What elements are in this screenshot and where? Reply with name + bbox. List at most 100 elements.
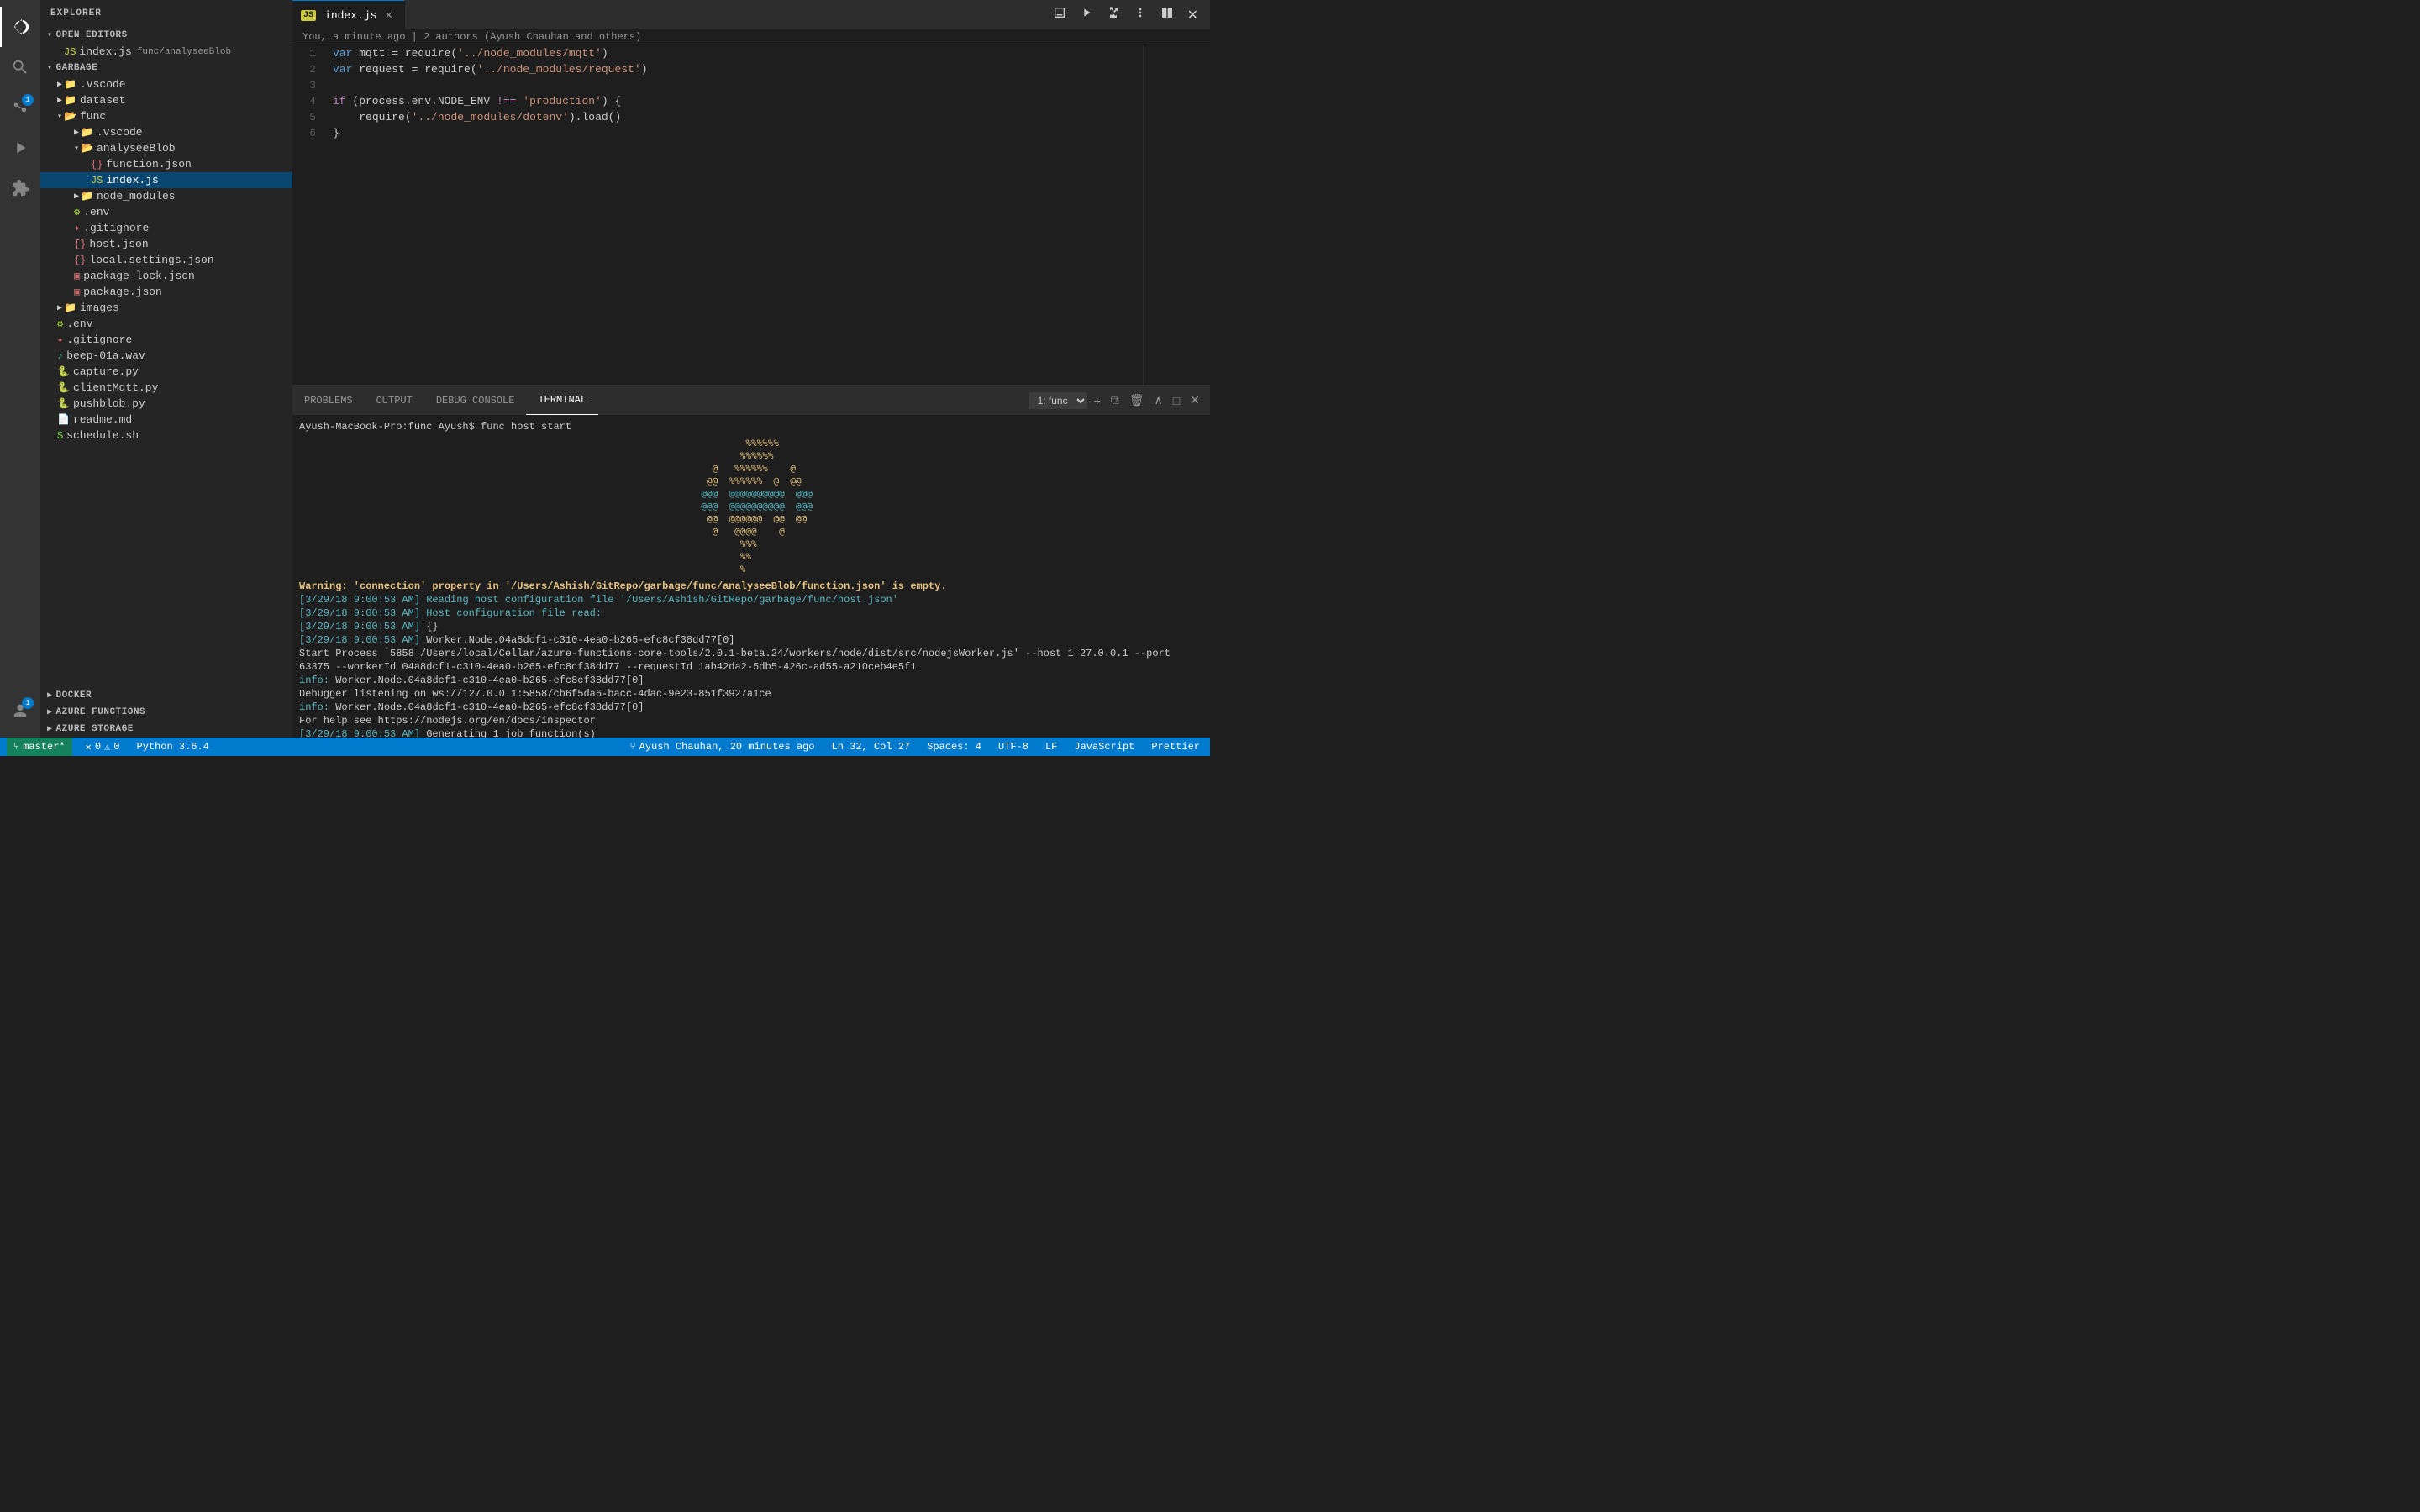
analyseeblob-folder[interactable]: ▾ 📂 analyseeBlob xyxy=(40,140,292,156)
explorer-activity-icon[interactable] xyxy=(0,7,40,47)
code-line-1: var mqtt = require('../node_modules/mqtt… xyxy=(333,45,1143,61)
source-control-activity-icon[interactable]: 1 xyxy=(0,87,40,128)
terminal-content[interactable]: Ayush-MacBook-Pro:func Ayush$ func host … xyxy=(292,415,1210,738)
maximize-panel-btn[interactable]: □ xyxy=(1170,391,1183,411)
open-editors-header[interactable]: ▾ OPEN EDITORS xyxy=(40,27,292,44)
images-folder[interactable]: ▶ 📁 images xyxy=(40,300,292,316)
more-actions-btn[interactable] xyxy=(1128,3,1152,27)
local-settings-file[interactable]: {} local.settings.json xyxy=(40,252,292,268)
clientmqtt-py-file[interactable]: 🐍 clientMqtt.py xyxy=(40,380,292,396)
tab-close-btn[interactable]: ✕ xyxy=(381,7,395,24)
index-js-label: index.js xyxy=(106,174,158,186)
errors-item[interactable]: ✕ 0 ⚠ 0 xyxy=(82,741,124,753)
pushblob-icon: 🐍 xyxy=(57,397,70,410)
run-debug-btn[interactable] xyxy=(1075,3,1098,27)
language-label: Python 3.6.4 xyxy=(137,741,209,753)
func-vscode-folder[interactable]: ▶ 📁 .vscode xyxy=(40,124,292,140)
gitignore-label: .gitignore xyxy=(66,333,132,346)
package-json-file[interactable]: ▣ package.json xyxy=(40,284,292,300)
func-gitignore-file[interactable]: ✦ .gitignore xyxy=(40,220,292,236)
tab-debug-console[interactable]: DEBUG CONSOLE xyxy=(424,386,527,415)
beep-wav-file[interactable]: ♪ beep-01a.wav xyxy=(40,348,292,364)
toggle-panel-btn[interactable] xyxy=(1048,3,1071,27)
close-editor-btn[interactable]: ✕ xyxy=(1182,3,1203,27)
error-count: 0 xyxy=(95,741,101,753)
azure-storage-header[interactable]: ▶ AZURE STORAGE xyxy=(40,721,292,738)
code-6: } xyxy=(333,125,339,141)
func-env-file[interactable]: ⚙ .env xyxy=(40,204,292,220)
tab-terminal[interactable]: TERMINAL xyxy=(526,386,598,415)
azure-functions-header[interactable]: ▶ AZURE FUNCTIONS xyxy=(40,704,292,721)
terminal-command: func host start xyxy=(481,421,571,433)
output-label: OUTPUT xyxy=(376,395,413,407)
split-terminal-btn[interactable]: ⧉ xyxy=(1107,390,1123,411)
func-folder[interactable]: ▾ 📂 func xyxy=(40,108,292,124)
host-json-file[interactable]: {} host.json xyxy=(40,236,292,252)
ts-4: [3/29/18 9:00:53 AM] xyxy=(299,634,426,646)
file-tree: ▶ 📁 .vscode ▶ 📁 dataset ▾ 📂 func xyxy=(40,76,292,687)
info-8: info: xyxy=(299,701,335,713)
encoding-item[interactable]: UTF-8 xyxy=(995,741,1032,753)
index-js-file[interactable]: JS index.js xyxy=(40,172,292,188)
extensions-activity-icon[interactable] xyxy=(0,168,40,208)
tab-output[interactable]: OUTPUT xyxy=(365,386,424,415)
kill-terminal-btn[interactable]: 🗑 xyxy=(1126,390,1148,411)
run-activity-icon[interactable] xyxy=(0,128,40,168)
clientmqtt-icon: 🐍 xyxy=(57,381,70,394)
function-json-file[interactable]: {} function.json xyxy=(40,156,292,172)
line-endings-item[interactable]: LF xyxy=(1042,741,1060,753)
encoding-label: UTF-8 xyxy=(998,741,1028,753)
log-6: Worker.Node.04a8dcf1-c310-4ea0-b265-efc8… xyxy=(335,675,644,686)
vscode-folder-1[interactable]: ▶ 📁 .vscode xyxy=(40,76,292,92)
search-activity-icon[interactable] xyxy=(0,47,40,87)
capture-py-file[interactable]: 🐍 capture.py xyxy=(40,364,292,380)
git-branch-item[interactable]: ⑂ master* xyxy=(7,738,72,756)
sidebar: EXPLORER ▾ OPEN EDITORS JS index.js func… xyxy=(40,0,292,738)
readme-md-file[interactable]: 📄 readme.md xyxy=(40,412,292,428)
warning-icon: ⚠ xyxy=(104,741,110,753)
ts-10: [3/29/18 9:00:53 AM] xyxy=(299,728,426,738)
terminal-selector[interactable]: 1: func xyxy=(1029,392,1087,409)
dataset-folder[interactable]: ▶ 📁 dataset xyxy=(40,92,292,108)
log-line-7: Debugger listening on ws://127.0.0.1:585… xyxy=(299,687,1203,701)
move-up-btn[interactable]: ∧ xyxy=(1151,390,1166,411)
folder-icon: 📁 xyxy=(64,78,76,91)
new-terminal-btn[interactable]: + xyxy=(1091,391,1104,411)
vscode-chevron: ▶ xyxy=(57,80,62,90)
close-panel-btn[interactable]: ✕ xyxy=(1186,390,1203,411)
tab-index-js[interactable]: JS index.js ✕ xyxy=(292,0,405,29)
func-git-icon: ✦ xyxy=(74,222,80,234)
language-mode-item[interactable]: JavaScript xyxy=(1071,741,1138,753)
pushblob-py-file[interactable]: 🐍 pushblob.py xyxy=(40,396,292,412)
node-modules-folder[interactable]: ▶ 📁 node_modules xyxy=(40,188,292,204)
code-editor[interactable]: var mqtt = require('../node_modules/mqtt… xyxy=(326,45,1143,385)
code-area[interactable]: 1 2 3 4 5 6 var mqtt = require('../node_… xyxy=(292,45,1210,385)
wav-icon: ♪ xyxy=(57,350,63,362)
package-lock-file[interactable]: ▣ package-lock.json xyxy=(40,268,292,284)
var-kw-1: var xyxy=(333,45,359,61)
spaces-item[interactable]: Spaces: 4 xyxy=(923,741,985,753)
accounts-activity-icon[interactable]: 1 xyxy=(0,690,40,731)
source-control-badge: 1 xyxy=(22,94,34,106)
garbage-header[interactable]: ▾ GARBAGE xyxy=(40,60,292,76)
func-folder-icon: 📂 xyxy=(64,110,76,123)
git-author-item[interactable]: ⑂ Ayush Chauhan, 20 minutes ago xyxy=(626,741,818,753)
log-10: Generating 1 job function(s) xyxy=(426,728,596,738)
env-file[interactable]: ⚙ .env xyxy=(40,316,292,332)
cursor-pos-item[interactable]: Ln 32, Col 27 xyxy=(829,741,914,753)
host-json-label: host.json xyxy=(89,238,148,250)
split-editor-btn[interactable] xyxy=(1155,3,1179,27)
cursor-pos-label: Ln 32, Col 27 xyxy=(832,741,911,753)
app-container: 1 1 EXPLORER ▾ OPEN EDITORS JS xyxy=(0,0,1210,756)
tab-problems[interactable]: PROBLEMS xyxy=(292,386,365,415)
open-changes-btn[interactable] xyxy=(1102,3,1125,27)
spaces-label: Spaces: 4 xyxy=(927,741,981,753)
schedule-sh-file[interactable]: $ schedule.sh xyxy=(40,428,292,444)
error-icon: ✕ xyxy=(86,741,92,753)
gitignore-file[interactable]: ✦ .gitignore xyxy=(40,332,292,348)
open-editor-label: index.js xyxy=(79,45,131,58)
formatter-item[interactable]: Prettier xyxy=(1148,741,1203,753)
docker-header[interactable]: ▶ DOCKER xyxy=(40,687,292,704)
open-editor-index-js[interactable]: JS index.js func/analyseeBlob xyxy=(40,44,292,60)
language-item[interactable]: Python 3.6.4 xyxy=(134,741,213,753)
